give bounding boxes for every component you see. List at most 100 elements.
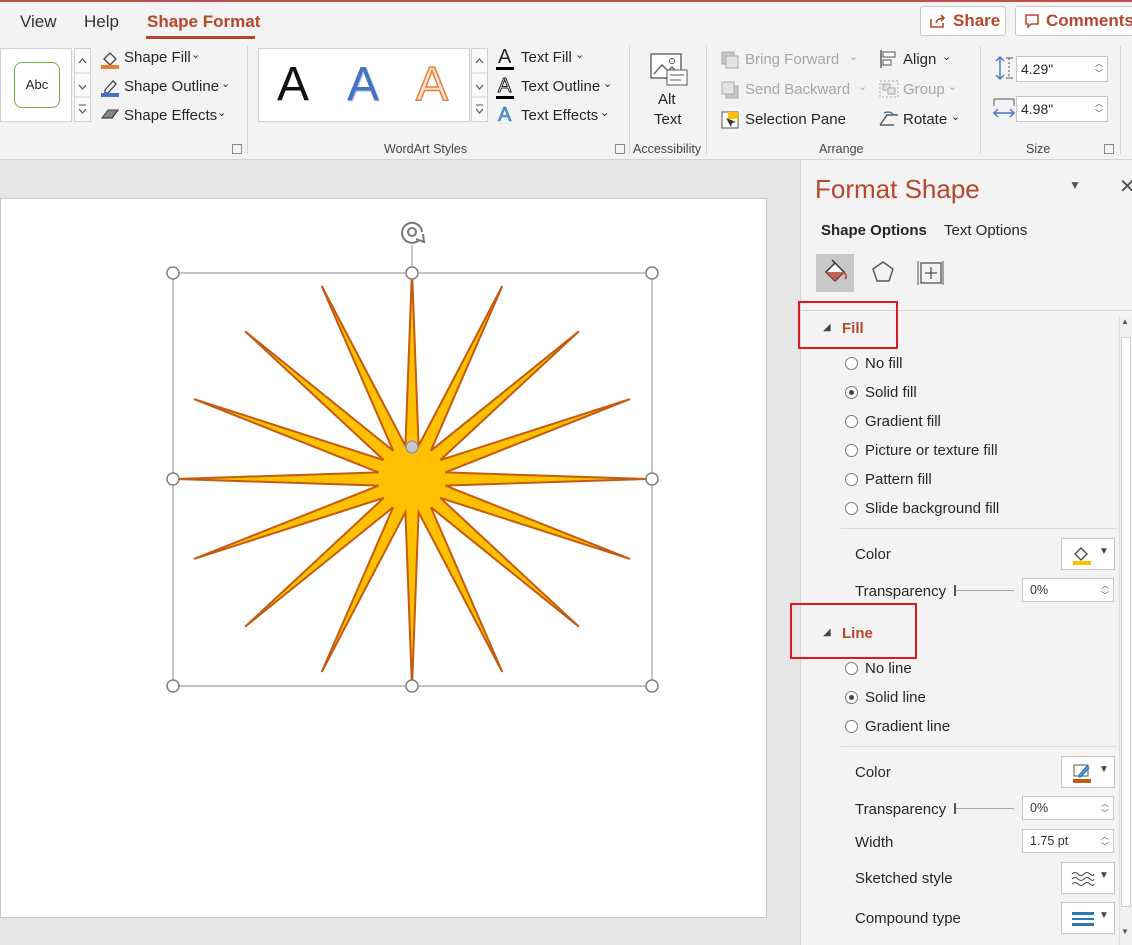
group-separator	[980, 46, 981, 154]
chevron-down-icon: ▼	[1099, 870, 1109, 881]
spinner-arrows-icon[interactable]: ︿ ﹀	[1101, 581, 1109, 601]
radio-solid-line[interactable]	[845, 691, 858, 704]
spinner-arrows-icon[interactable]: ︿ ﹀	[1095, 99, 1103, 119]
radio-picture-texture-fill[interactable]	[845, 444, 858, 457]
radio-gradient-line[interactable]	[845, 720, 858, 733]
fill-transparency-input[interactable]: 0% ︿ ﹀	[1022, 578, 1114, 602]
shape-height-input[interactable]: 4.29" ︿ ﹀	[1016, 56, 1108, 82]
alt-text-label-line1[interactable]: Alt	[658, 91, 676, 108]
text-fill-button[interactable]: Text Fill	[521, 49, 572, 66]
radio-pattern-fill[interactable]	[845, 473, 858, 486]
effects-tab-pentagon-icon[interactable]	[868, 258, 898, 288]
line-width-input[interactable]: 1.75 pt ︿ ﹀	[1022, 829, 1114, 853]
alt-text-icon[interactable]	[649, 52, 689, 88]
tab-view[interactable]: View	[20, 12, 57, 32]
wordart-style-orange[interactable]: A	[415, 57, 449, 112]
bring-forward-icon	[721, 51, 739, 69]
line-color-picker[interactable]: ▼	[1061, 756, 1115, 788]
text-effects-button[interactable]: Text Effects	[521, 107, 598, 124]
align-button[interactable]: Align	[903, 51, 936, 68]
resize-handle-top-left[interactable]	[166, 266, 180, 280]
size-properties-tab-icon[interactable]	[916, 258, 946, 288]
radio-solid-fill[interactable]	[845, 386, 858, 399]
chevron-down-icon: ⌄	[942, 51, 952, 63]
fill-option-label[interactable]: Slide background fill	[865, 500, 999, 517]
shape-style-sample[interactable]: Abc	[14, 62, 60, 108]
radio-gradient-fill[interactable]	[845, 415, 858, 428]
line-transparency-slider[interactable]	[956, 808, 1014, 809]
resize-handle-bottom[interactable]	[405, 679, 419, 693]
shape-styles-scroll[interactable]	[74, 48, 91, 122]
fill-transparency-value: 0%	[1030, 583, 1049, 597]
tab-shape-options[interactable]: Shape Options	[821, 222, 927, 239]
fill-option-label[interactable]: Pattern fill	[865, 471, 932, 488]
shape-effects-button[interactable]: Shape Effects	[124, 107, 217, 124]
shape-styles-launcher[interactable]	[232, 144, 242, 154]
close-icon[interactable]: ✕	[1119, 174, 1132, 199]
radio-no-line[interactable]	[845, 662, 858, 675]
wordart-style-black[interactable]: A	[277, 57, 309, 112]
section-divider	[841, 746, 1117, 747]
resize-handle-bottom-right[interactable]	[645, 679, 659, 693]
resize-handle-top[interactable]	[405, 266, 419, 280]
group-separator	[706, 46, 707, 154]
pane-options-chevron-icon[interactable]: ▼	[1069, 178, 1081, 192]
ribbon-tab-bar: View Help Shape Format Share Comments	[0, 0, 1132, 40]
resize-handle-left[interactable]	[166, 472, 180, 486]
resize-handle-top-right[interactable]	[645, 266, 659, 280]
radio-no-fill[interactable]	[845, 357, 858, 370]
wordart-style-blue[interactable]: A	[347, 57, 379, 112]
comments-button[interactable]: Comments	[1015, 6, 1132, 36]
spinner-arrows-icon[interactable]: ︿ ﹀	[1101, 832, 1109, 852]
line-option-label[interactable]: Gradient line	[865, 718, 950, 735]
tab-shape-format[interactable]: Shape Format	[147, 12, 260, 32]
fill-option-label[interactable]: Solid fill	[865, 384, 917, 401]
star-path[interactable]	[175, 270, 649, 688]
sketched-style-label: Sketched style	[855, 870, 953, 887]
size-launcher[interactable]	[1104, 144, 1114, 154]
line-option-label[interactable]: Solid line	[865, 689, 926, 706]
chevron-down-icon: ⌄	[858, 81, 868, 93]
sixteen-point-star[interactable]	[175, 270, 649, 688]
group-button[interactable]: Group	[903, 81, 945, 98]
line-option-label[interactable]: No line	[865, 660, 912, 677]
bring-forward-button[interactable]: Bring Forward	[745, 51, 839, 68]
scroll-down-icon[interactable]: ▼	[1121, 927, 1129, 936]
tab-text-options[interactable]: Text Options	[944, 222, 1027, 239]
selection-pane-button[interactable]: Selection Pane	[745, 111, 846, 128]
shape-fill-icon	[101, 52, 119, 69]
selected-star-shape[interactable]	[160, 215, 670, 700]
line-transparency-label: Transparency	[855, 801, 947, 818]
resize-handle-bottom-left[interactable]	[166, 679, 180, 693]
shape-outline-button[interactable]: Shape Outline	[124, 78, 219, 95]
wordart-gallery-scroll[interactable]	[471, 48, 488, 122]
shape-fill-button[interactable]: Shape Fill	[124, 49, 191, 66]
resize-handle-right[interactable]	[645, 472, 659, 486]
rotate-button[interactable]: Rotate	[903, 111, 947, 128]
text-outline-button[interactable]: Text Outline	[521, 78, 600, 95]
wordart-styles-launcher[interactable]	[615, 144, 625, 154]
compound-type-picker[interactable]: ▼	[1061, 902, 1115, 934]
radio-slide-background-fill[interactable]	[845, 502, 858, 515]
sketched-style-picker[interactable]: ▼	[1061, 862, 1115, 894]
line-transparency-input[interactable]: 0% ︿ ﹀	[1022, 796, 1114, 820]
spinner-arrows-icon[interactable]: ︿ ﹀	[1095, 59, 1103, 79]
fill-option-label[interactable]: No fill	[865, 355, 903, 372]
scroll-up-icon[interactable]: ▲	[1121, 317, 1129, 326]
fill-and-line-tab[interactable]	[816, 254, 854, 292]
send-backward-button[interactable]: Send Backward	[745, 81, 850, 98]
sketched-lines-icon	[1071, 872, 1095, 886]
rotate-handle-icon[interactable]	[401, 221, 426, 244]
fill-option-label[interactable]: Picture or texture fill	[865, 442, 998, 459]
spinner-arrows-icon[interactable]: ︿ ﹀	[1101, 799, 1109, 819]
shape-width-input[interactable]: 4.98" ︿ ﹀	[1016, 96, 1108, 122]
alt-text-label-line2[interactable]: Text	[654, 111, 682, 128]
fill-option-label[interactable]: Gradient fill	[865, 413, 941, 430]
scrollbar-thumb[interactable]	[1121, 337, 1131, 907]
pane-scrollbar[interactable]: ▲ ▼	[1119, 317, 1132, 945]
tab-help[interactable]: Help	[84, 12, 119, 32]
fill-transparency-slider[interactable]	[956, 590, 1014, 591]
share-button[interactable]: Share	[920, 6, 1006, 36]
fill-color-picker[interactable]: ▼	[1061, 538, 1115, 570]
adjustment-handle[interactable]	[405, 440, 419, 454]
